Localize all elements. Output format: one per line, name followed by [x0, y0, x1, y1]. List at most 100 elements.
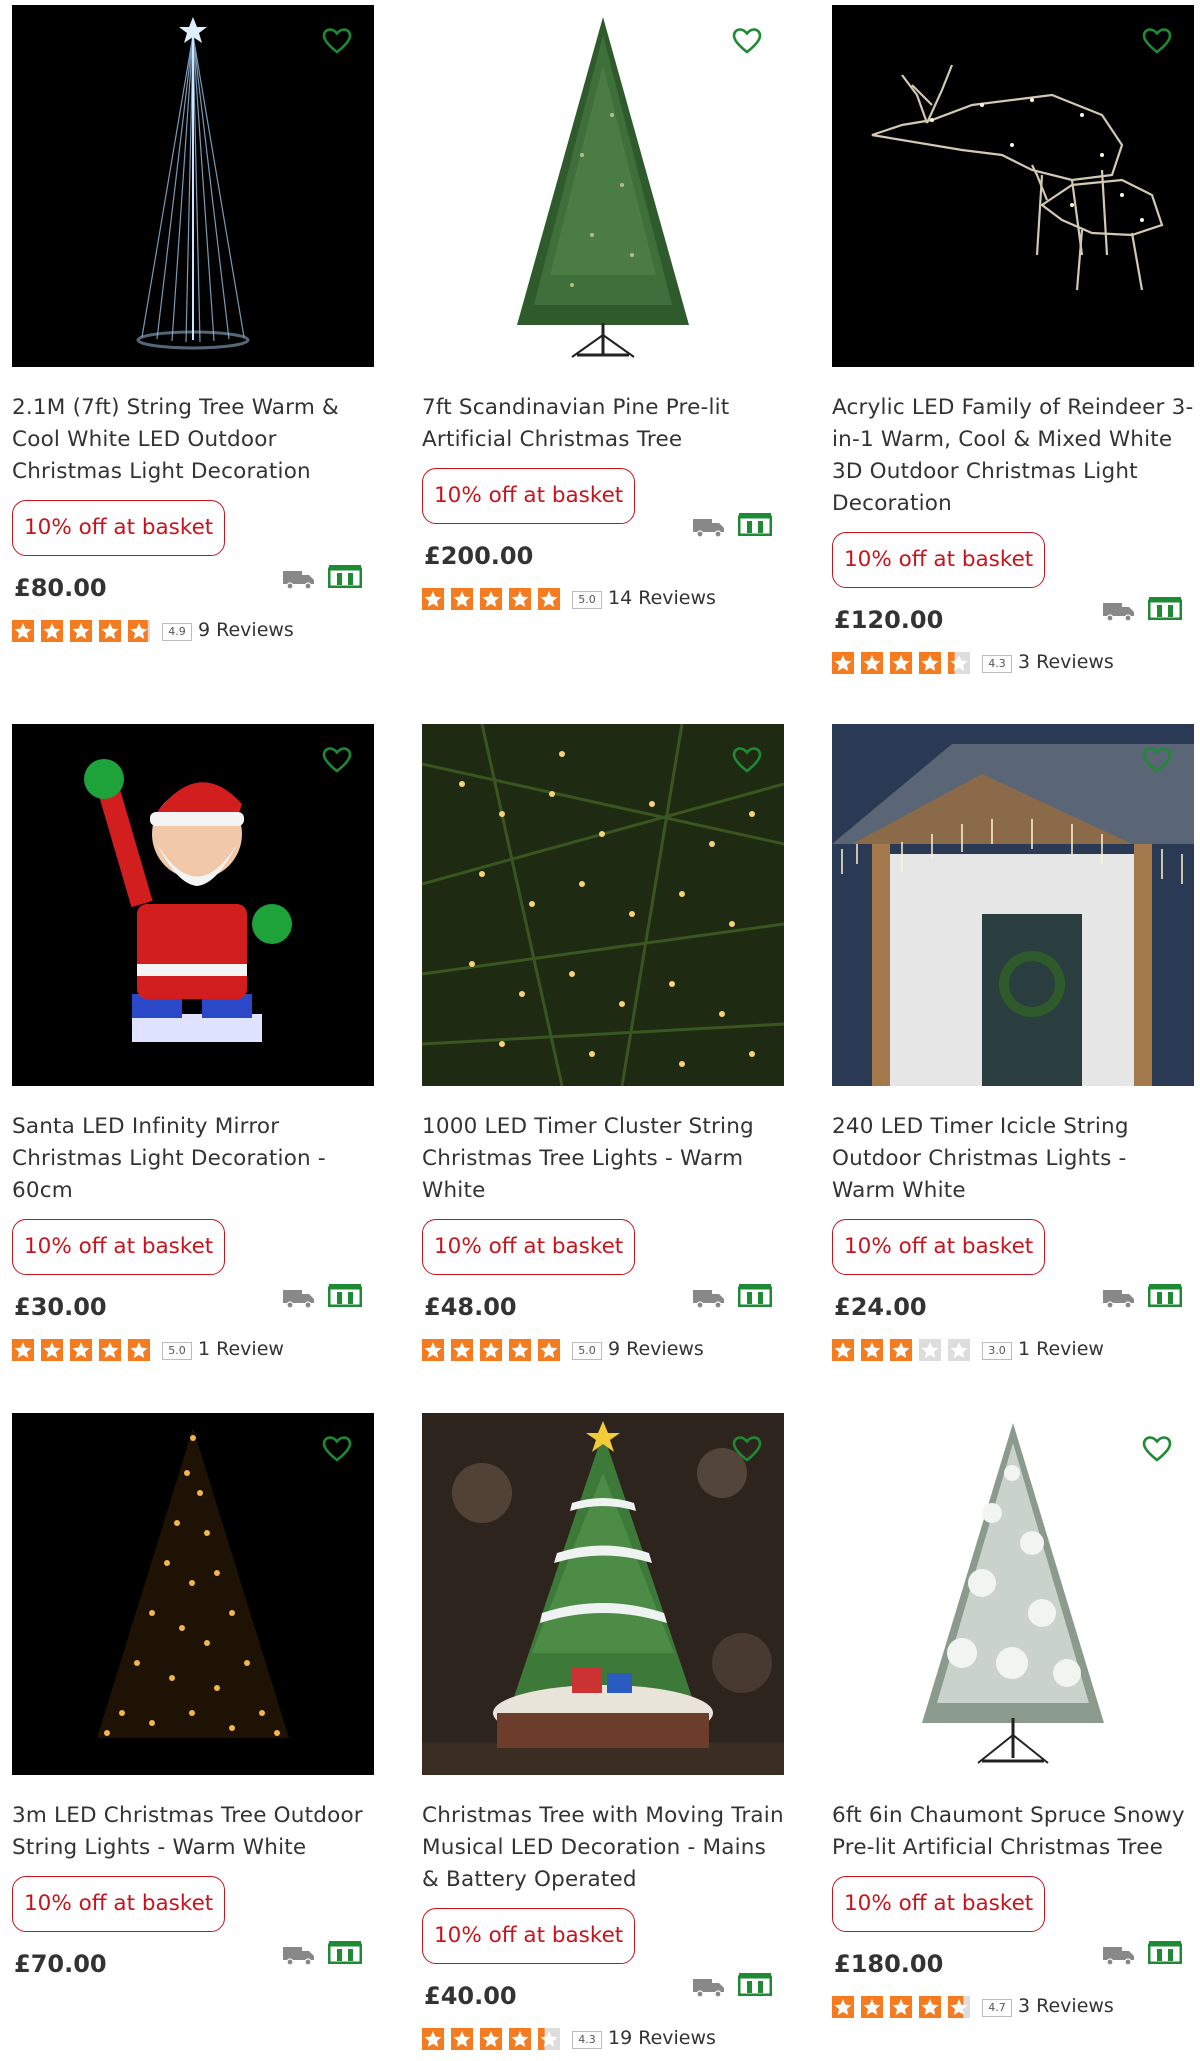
reviews-link[interactable]: 9 Reviews [608, 1338, 704, 1360]
heart-outline-icon[interactable] [1142, 746, 1172, 774]
product-price: £30.00 [14, 1293, 107, 1321]
product-card[interactable]: Christmas Tree with Moving Train Musical… [410, 1413, 790, 2058]
rating-star [948, 1339, 970, 1361]
promo-badge[interactable]: 10% off at basket [422, 1219, 636, 1275]
heart-outline-icon[interactable] [1142, 1435, 1172, 1463]
product-title[interactable]: 6ft 6in Chaumont Spruce Snowy Pre-lit Ar… [820, 1800, 1200, 1864]
product-card[interactable]: 1000 LED Timer Cluster String Christmas … [410, 724, 790, 1369]
heart-outline-icon[interactable] [732, 1435, 762, 1463]
reviews-link[interactable]: 3 Reviews [1018, 1995, 1114, 2017]
heart-outline-icon[interactable] [732, 746, 762, 774]
rating-row: 4.3 19 Reviews [422, 2022, 790, 2058]
product-title[interactable]: 7ft Scandinavian Pine Pre-lit Artificial… [410, 392, 790, 456]
store-collect-icon [1148, 1941, 1182, 1964]
icicle-porch-lights-image [832, 724, 1194, 1086]
rating-star [41, 1339, 63, 1361]
store-collect-icon [738, 513, 772, 536]
star-rating [12, 1339, 150, 1361]
product-title[interactable]: Acrylic LED Family of Reindeer 3-in-1 Wa… [820, 392, 1200, 520]
product-title[interactable]: 3m LED Christmas Tree Outdoor String Lig… [0, 1800, 380, 1864]
promo-badge[interactable]: 10% off at basket [422, 468, 636, 524]
rating-star [12, 620, 34, 642]
rating-star [99, 1339, 121, 1361]
product-price: £70.00 [14, 1950, 107, 1978]
rating-star [890, 1996, 912, 2018]
product-image[interactable] [12, 5, 374, 367]
product-image[interactable] [832, 724, 1194, 1086]
reviews-link[interactable]: 19 Reviews [608, 2027, 716, 2049]
promo-badge[interactable]: 10% off at basket [12, 500, 226, 556]
heart-outline-icon[interactable] [322, 1435, 352, 1463]
promo-badge[interactable]: 10% off at basket [422, 1908, 636, 1964]
train-tree-ornament-image [422, 1413, 784, 1775]
product-title[interactable]: Santa LED Infinity Mirror Christmas Ligh… [0, 1111, 380, 1207]
product-card[interactable]: Acrylic LED Family of Reindeer 3-in-1 Wa… [820, 5, 1200, 682]
rating-row: 4.7 3 Reviews [832, 1990, 1200, 2026]
rating-star [538, 1339, 560, 1361]
reviews-link[interactable]: 14 Reviews [608, 587, 716, 609]
rating-star [538, 588, 560, 610]
product-card[interactable]: 240 LED Timer Icicle String Outdoor Chri… [820, 724, 1200, 1369]
rating-star [861, 1996, 883, 2018]
promo-badge[interactable]: 10% off at basket [12, 1219, 226, 1275]
product-image[interactable] [422, 5, 784, 367]
rating-star [509, 588, 531, 610]
promo-badge[interactable]: 10% off at basket [832, 1876, 1046, 1932]
reviews-link[interactable]: 9 Reviews [198, 619, 294, 641]
rating-star [99, 620, 121, 642]
rating-row: 5.0 14 Reviews [422, 582, 790, 618]
star-rating [832, 1339, 970, 1361]
rating-star [70, 620, 92, 642]
promo-badge[interactable]: 10% off at basket [832, 1219, 1046, 1275]
product-image[interactable] [832, 1413, 1194, 1775]
rating-row: 3.0 1 Review [832, 1333, 1200, 1369]
product-image[interactable] [832, 5, 1194, 367]
product-image[interactable] [422, 1413, 784, 1775]
product-card[interactable]: Santa LED Infinity Mirror Christmas Ligh… [0, 724, 380, 1369]
promo-badge[interactable]: 10% off at basket [12, 1876, 226, 1932]
product-image[interactable] [422, 724, 784, 1086]
reviews-link[interactable]: 3 Reviews [1018, 651, 1114, 673]
star-rating [422, 1339, 560, 1361]
heart-outline-icon[interactable] [1142, 27, 1172, 55]
product-title[interactable]: 240 LED Timer Icicle String Outdoor Chri… [820, 1111, 1200, 1207]
product-title[interactable]: 1000 LED Timer Cluster String Christmas … [410, 1111, 790, 1207]
reviews-link[interactable]: 1 Review [198, 1338, 284, 1360]
delivery-truck-icon [283, 1947, 314, 1966]
delivery-truck-icon [283, 1290, 314, 1309]
rating-star [832, 1996, 854, 2018]
rating-star [480, 1339, 502, 1361]
reviews-link[interactable]: 1 Review [1018, 1338, 1104, 1360]
rating-star [861, 1339, 883, 1361]
fulfilment-icons [1102, 596, 1192, 626]
product-title[interactable]: Christmas Tree with Moving Train Musical… [410, 1800, 790, 1896]
fulfilment-icons [692, 1972, 782, 2002]
store-collect-icon [328, 1284, 362, 1307]
product-card[interactable]: 6ft 6in Chaumont Spruce Snowy Pre-lit Ar… [820, 1413, 1200, 2026]
product-card[interactable]: 2.1M (7ft) String Tree Warm & Cool White… [0, 5, 380, 650]
store-collect-icon [738, 1284, 772, 1307]
rating-score: 5.0 [572, 591, 602, 609]
price-row: £24.00 [820, 1281, 1200, 1333]
product-title[interactable]: 2.1M (7ft) String Tree Warm & Cool White… [0, 392, 380, 488]
product-price: £180.00 [834, 1950, 944, 1978]
product-image[interactable] [12, 724, 374, 1086]
store-collect-icon [328, 565, 362, 588]
heart-outline-icon[interactable] [732, 27, 762, 55]
fulfilment-icons [1102, 1940, 1192, 1970]
rating-star [41, 620, 63, 642]
product-price: £120.00 [834, 606, 944, 634]
rating-row: 5.0 1 Review [12, 1333, 380, 1369]
promo-badge[interactable]: 10% off at basket [832, 532, 1046, 588]
delivery-truck-icon [693, 519, 724, 538]
rating-star [919, 652, 941, 674]
product-image[interactable] [12, 1413, 374, 1775]
product-card[interactable]: 3m LED Christmas Tree Outdoor String Lig… [0, 1413, 380, 1990]
delivery-truck-icon [693, 1979, 724, 1998]
fulfilment-icons [692, 512, 782, 542]
heart-outline-icon[interactable] [322, 746, 352, 774]
heart-outline-icon[interactable] [322, 27, 352, 55]
rating-star [890, 652, 912, 674]
product-card[interactable]: 7ft Scandinavian Pine Pre-lit Artificial… [410, 5, 790, 618]
rating-score: 4.3 [982, 655, 1012, 673]
